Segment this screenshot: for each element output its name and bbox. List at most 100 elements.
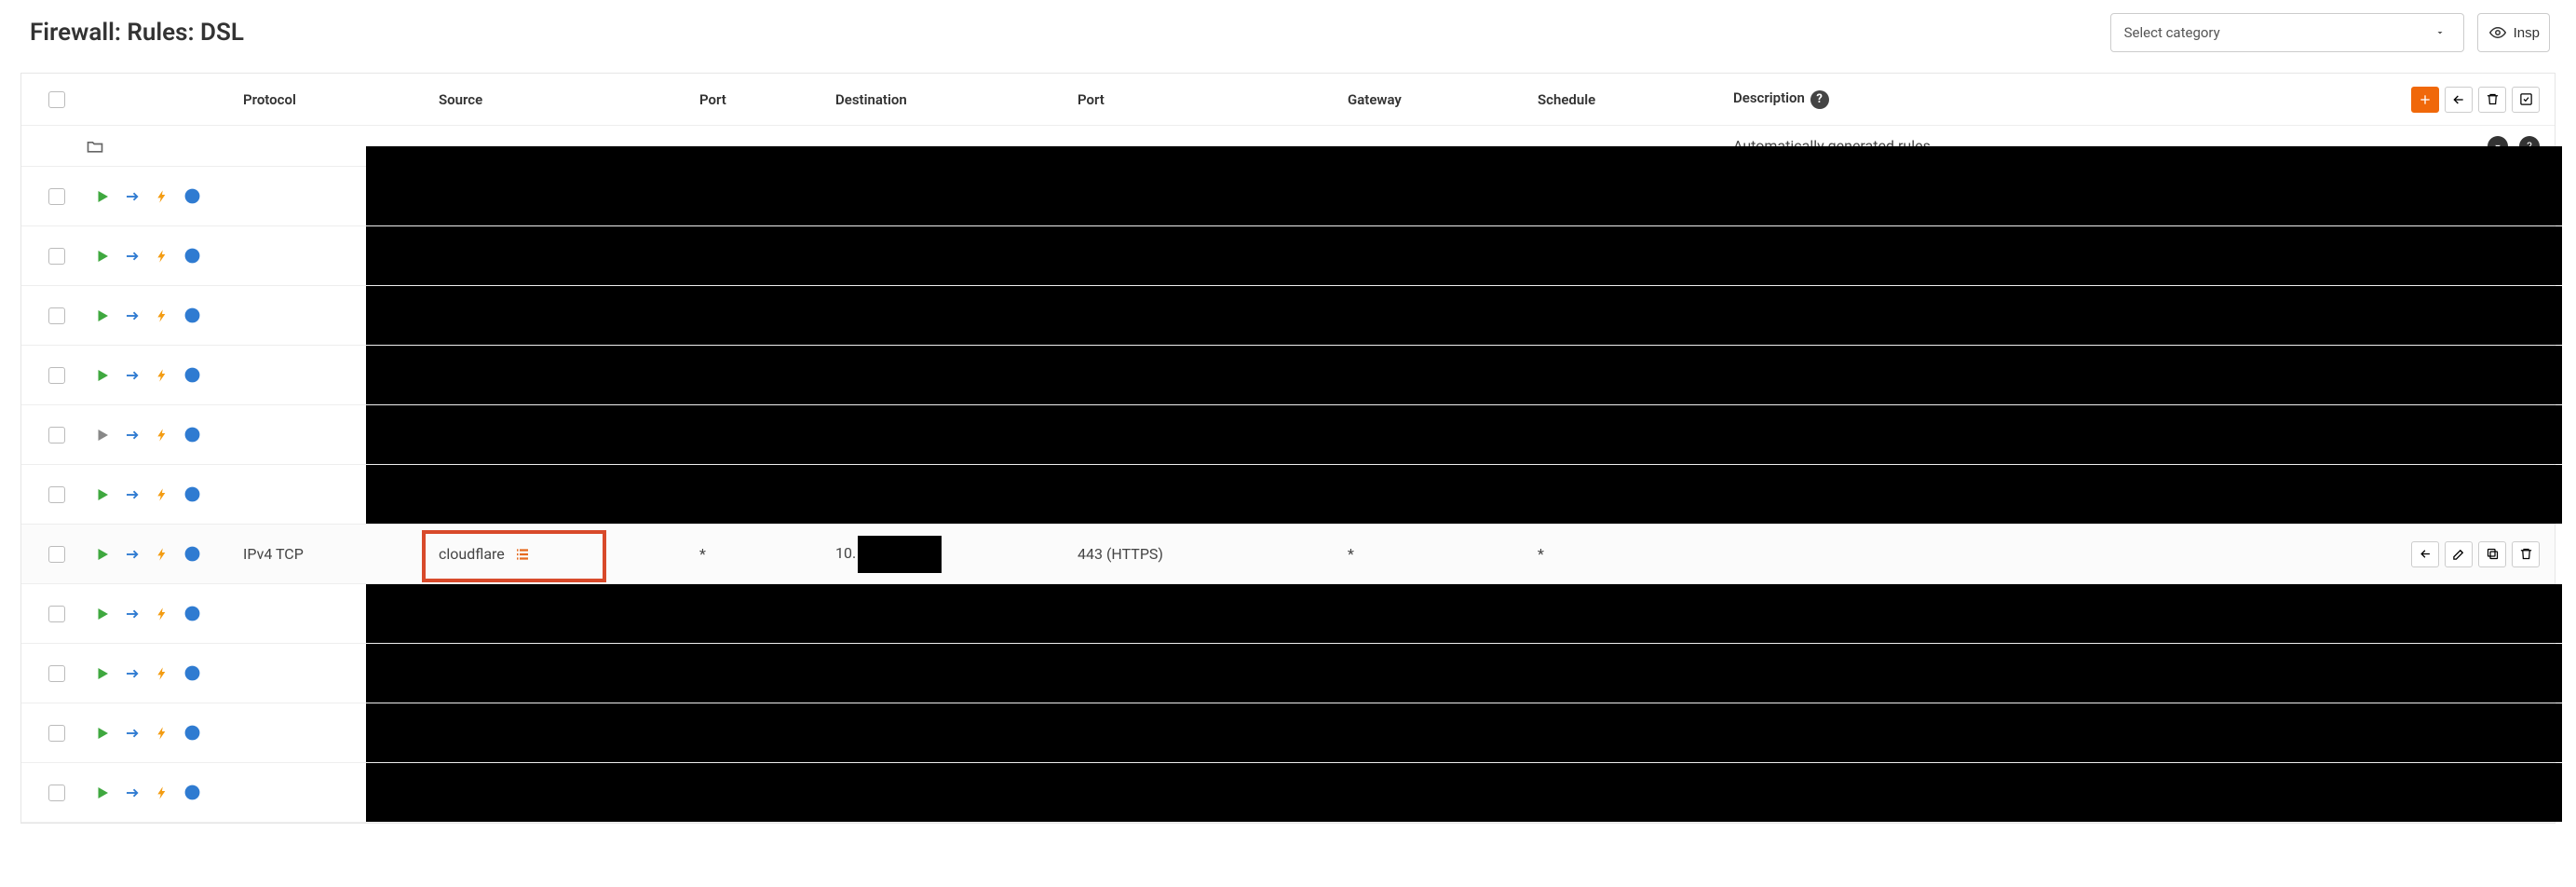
arrow-right-icon bbox=[122, 425, 142, 445]
inspect-button[interactable]: Insp bbox=[2477, 13, 2550, 52]
folder-icon bbox=[85, 136, 105, 157]
table-row[interactable] bbox=[21, 405, 2555, 465]
bolt-icon bbox=[152, 604, 172, 624]
col-source: Source bbox=[439, 91, 699, 108]
table-row[interactable] bbox=[21, 346, 2555, 405]
arrow-right-icon bbox=[122, 663, 142, 684]
eye-icon bbox=[2488, 22, 2508, 43]
play-icon bbox=[92, 663, 113, 684]
col-protocol: Protocol bbox=[243, 91, 439, 108]
add-rule-button[interactable] bbox=[2411, 87, 2439, 113]
col-port-dest: Port bbox=[1078, 91, 1348, 108]
col-description: Description ? bbox=[1733, 89, 2199, 109]
alias-list-icon[interactable] bbox=[512, 544, 533, 565]
info-icon[interactable] bbox=[182, 663, 202, 684]
info-icon[interactable] bbox=[182, 484, 202, 505]
cell-port-src: * bbox=[699, 545, 835, 563]
row-checkbox[interactable] bbox=[48, 188, 65, 205]
play-icon bbox=[92, 783, 113, 803]
delete-rule-button[interactable] bbox=[2512, 541, 2540, 567]
play-icon bbox=[92, 484, 113, 505]
rules-table: Protocol Source Port Destination Port Ga… bbox=[20, 73, 2556, 824]
table-header: Protocol Source Port Destination Port Ga… bbox=[21, 74, 2555, 126]
info-icon[interactable] bbox=[182, 365, 202, 386]
cell-schedule: * bbox=[1538, 545, 1733, 563]
page-title: Firewall: Rules: DSL bbox=[30, 19, 244, 47]
table-row[interactable]: IPv4 TCP cloudflare * 10. 443 (HTTPS) * … bbox=[21, 525, 2555, 584]
table-row[interactable] bbox=[21, 763, 2555, 823]
table-row[interactable] bbox=[21, 644, 2555, 703]
arrow-right-icon bbox=[122, 365, 142, 386]
row-checkbox[interactable] bbox=[48, 546, 65, 563]
play-icon bbox=[92, 306, 113, 326]
row-checkbox[interactable] bbox=[48, 427, 65, 444]
row-checkbox[interactable] bbox=[48, 665, 65, 682]
play-icon bbox=[92, 246, 113, 266]
bolt-icon bbox=[152, 186, 172, 207]
row-checkbox[interactable] bbox=[48, 725, 65, 742]
table-row[interactable] bbox=[21, 167, 2555, 226]
caret-down-icon bbox=[2430, 22, 2450, 43]
cell-port-dst: 443 (HTTPS) bbox=[1078, 545, 1348, 563]
play-icon bbox=[92, 365, 113, 386]
arrow-right-icon bbox=[122, 544, 142, 565]
col-port-source: Port bbox=[699, 91, 835, 108]
inspect-label: Insp bbox=[2514, 25, 2540, 41]
play-icon bbox=[92, 425, 113, 445]
move-left-button[interactable] bbox=[2445, 87, 2473, 113]
delete-button[interactable] bbox=[2478, 87, 2506, 113]
arrow-right-icon bbox=[122, 783, 142, 803]
info-icon[interactable] bbox=[182, 246, 202, 266]
info-icon[interactable] bbox=[182, 425, 202, 445]
auto-rules-row[interactable]: Automatically generated rules ? bbox=[21, 126, 2555, 167]
help-icon[interactable]: ? bbox=[1810, 90, 1829, 109]
play-icon bbox=[92, 723, 113, 744]
play-icon bbox=[92, 604, 113, 624]
arrow-right-icon bbox=[122, 246, 142, 266]
select-all-checkbox[interactable] bbox=[48, 91, 65, 108]
table-row[interactable] bbox=[21, 226, 2555, 286]
col-destination: Destination bbox=[835, 91, 1078, 108]
edit-rule-button[interactable] bbox=[2445, 541, 2473, 567]
info-icon[interactable] bbox=[182, 306, 202, 326]
info-icon[interactable] bbox=[182, 186, 202, 207]
row-checkbox[interactable] bbox=[48, 785, 65, 801]
move-rule-button[interactable] bbox=[2411, 541, 2439, 567]
row-checkbox[interactable] bbox=[48, 486, 65, 503]
bolt-icon bbox=[152, 663, 172, 684]
bolt-icon bbox=[152, 365, 172, 386]
enable-button[interactable] bbox=[2512, 87, 2540, 113]
play-icon bbox=[92, 186, 113, 207]
row-checkbox[interactable] bbox=[48, 307, 65, 324]
category-select[interactable]: Select category bbox=[2110, 13, 2464, 52]
col-gateway: Gateway bbox=[1348, 91, 1538, 108]
cell-gateway: * bbox=[1348, 545, 1538, 563]
bolt-icon bbox=[152, 306, 172, 326]
table-row[interactable] bbox=[21, 584, 2555, 644]
cell-destination: 10. bbox=[835, 536, 1078, 573]
col-schedule: Schedule bbox=[1538, 91, 1733, 108]
table-row[interactable] bbox=[21, 286, 2555, 346]
arrow-right-icon bbox=[122, 723, 142, 744]
bolt-icon bbox=[152, 425, 172, 445]
arrow-right-icon bbox=[122, 186, 142, 207]
table-row[interactable] bbox=[21, 465, 2555, 525]
table-row[interactable] bbox=[21, 703, 2555, 763]
arrow-right-icon bbox=[122, 306, 142, 326]
bolt-icon bbox=[152, 723, 172, 744]
arrow-right-icon bbox=[122, 604, 142, 624]
info-icon[interactable] bbox=[182, 604, 202, 624]
info-icon[interactable] bbox=[182, 544, 202, 565]
category-select-label: Select category bbox=[2124, 24, 2220, 41]
clone-rule-button[interactable] bbox=[2478, 541, 2506, 567]
info-icon[interactable] bbox=[182, 723, 202, 744]
redaction-box bbox=[858, 536, 942, 573]
row-checkbox[interactable] bbox=[48, 367, 65, 384]
arrow-right-icon bbox=[122, 484, 142, 505]
cell-source: cloudflare bbox=[439, 544, 699, 565]
row-checkbox[interactable] bbox=[48, 606, 65, 622]
bolt-icon bbox=[152, 484, 172, 505]
info-icon[interactable] bbox=[182, 783, 202, 803]
row-checkbox[interactable] bbox=[48, 248, 65, 265]
bolt-icon bbox=[152, 544, 172, 565]
